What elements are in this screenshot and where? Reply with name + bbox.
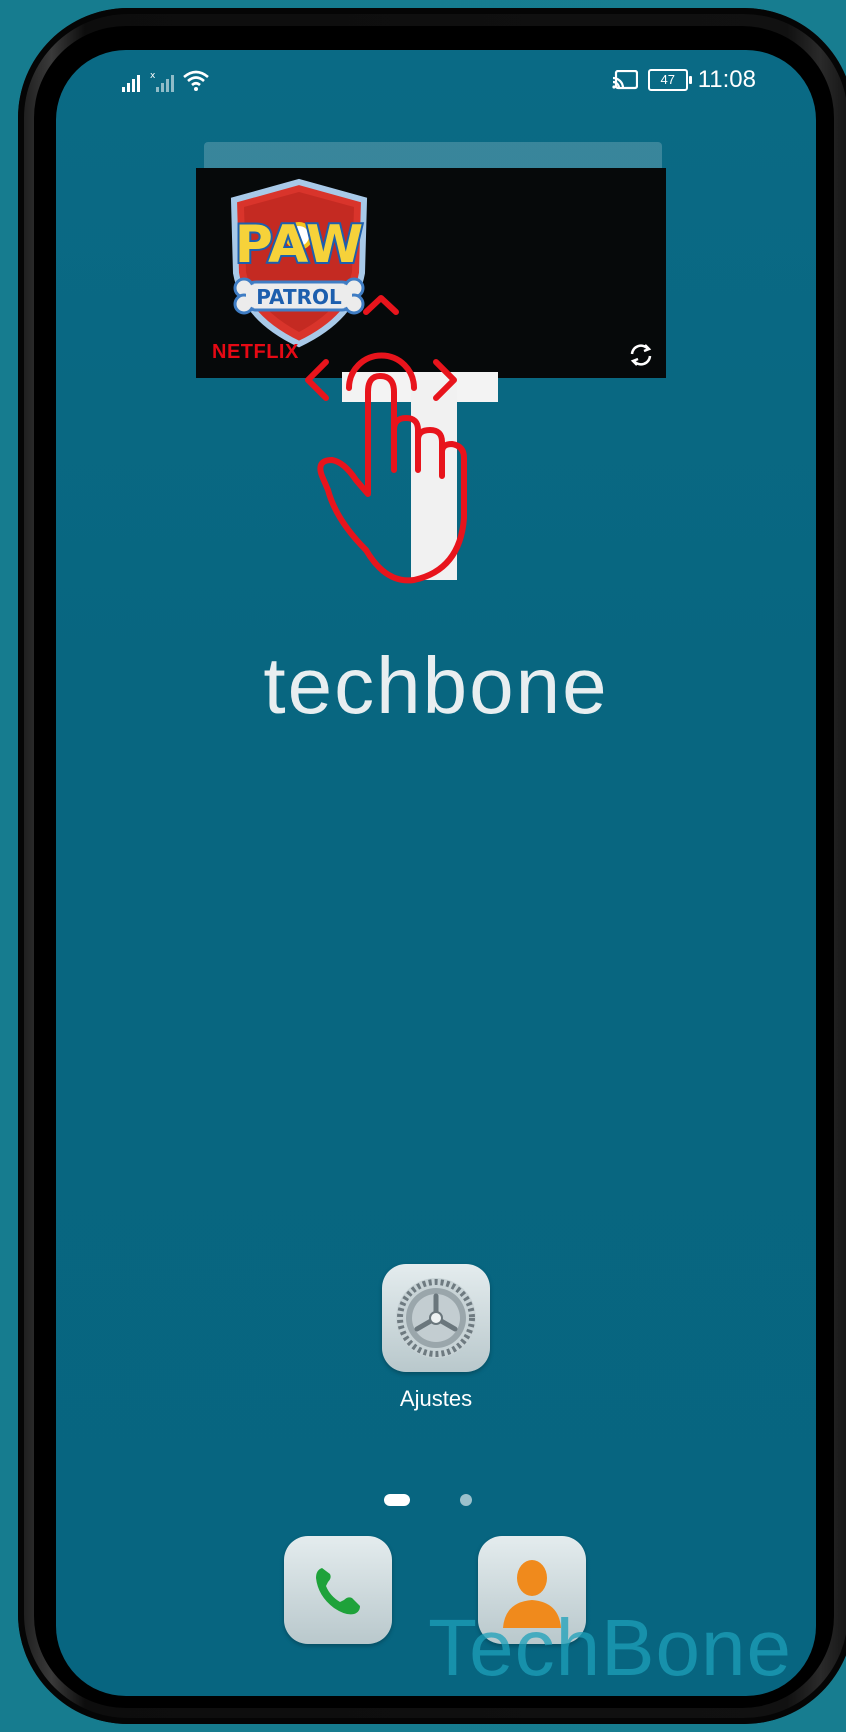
logo-text-top: PAW xyxy=(235,215,364,275)
app-ajustes[interactable]: Ajustes xyxy=(380,1264,492,1412)
netflix-label: NETFLIX xyxy=(212,341,299,363)
refresh-icon[interactable] xyxy=(626,340,656,370)
signal-no-sim-icon: x xyxy=(150,71,174,92)
cast-icon xyxy=(612,70,638,90)
status-right: 47 11:08 xyxy=(612,66,756,94)
page-indicator xyxy=(56,1492,816,1508)
svg-text:x: x xyxy=(150,71,156,81)
clock: 11:08 xyxy=(697,66,756,93)
drag-hand-icon xyxy=(305,295,467,584)
signal-icon xyxy=(122,75,140,92)
status-left: x xyxy=(122,70,210,92)
status-bar: x 47 11:08 xyxy=(56,50,816,110)
page-background: x 47 11:08 PAW PATROL NETFLIX techbone A… xyxy=(0,0,846,1732)
wifi-icon xyxy=(183,70,209,91)
page-dot-active[interactable] xyxy=(384,1494,410,1506)
page-dot[interactable] xyxy=(460,1494,472,1506)
watermark-text: TechBone xyxy=(428,1603,792,1692)
home-screen: x 47 11:08 PAW PATROL NETFLIX techbone A… xyxy=(56,50,816,1696)
app-label: Ajustes xyxy=(399,1386,473,1411)
settings-gear-icon[interactable] xyxy=(382,1264,490,1372)
battery-icon: 47 xyxy=(647,69,692,91)
battery-level: 47 xyxy=(660,72,675,87)
phone-icon[interactable] xyxy=(284,1536,392,1644)
wallpaper-brand-text: techbone xyxy=(263,641,609,730)
